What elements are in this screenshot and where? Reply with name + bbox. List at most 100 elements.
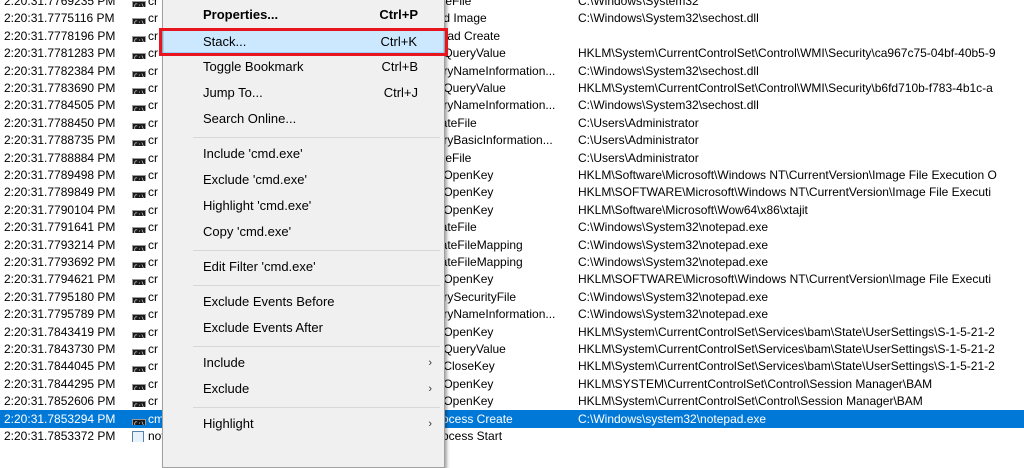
menu-item-include-cmd-exe[interactable]: Include 'cmd.exe' — [163, 142, 444, 166]
operation-cell: oad Image — [430, 11, 487, 26]
cmd-console-icon — [132, 204, 146, 216]
time-cell: 2:20:31.7793214 PM — [4, 237, 116, 252]
table-row[interactable]: 2:20:31.7788450 PMcrreateFileC:\Users\Ad… — [0, 114, 1024, 132]
menu-separator — [193, 137, 440, 138]
menu-item-exclude-cmd-exe[interactable]: Exclude 'cmd.exe' — [163, 168, 444, 192]
cmd-console-icon — [132, 65, 146, 77]
table-row[interactable]: 2:20:31.7794621 PMcregOpenKeyHKLM\SOFTWA… — [0, 270, 1024, 288]
menu-item-exclude[interactable]: Exclude › — [163, 377, 444, 401]
time-cell: 2:20:31.7788884 PM — [4, 150, 116, 165]
time-cell: 2:20:31.7853294 PM — [4, 411, 116, 426]
table-row[interactable]: 2:20:31.7782384 PMcrueryNameInformation.… — [0, 62, 1024, 80]
table-row[interactable]: 2:20:31.7843730 PMcregQueryValueHKLM\Sys… — [0, 340, 1024, 358]
time-cell: 2:20:31.7778196 PM — [4, 28, 116, 43]
menu-item-highlight-cmd-exe[interactable]: Highlight 'cmd.exe' — [163, 194, 444, 218]
menu-item-label: Edit Filter 'cmd.exe' — [203, 259, 316, 274]
time-cell: 2:20:31.7843419 PM — [4, 324, 116, 339]
operation-cell: loseFile — [430, 150, 472, 165]
time-cell: 2:20:31.7844295 PM — [4, 376, 116, 391]
menu-separator — [193, 250, 440, 251]
menu-item-label: Jump To... — [203, 85, 263, 100]
table-row-selected[interactable]: 2:20:31.7853294 PMcmd.exe836420580Proces… — [0, 409, 1024, 428]
menu-item-exclude-events-before[interactable]: Exclude Events Before — [163, 290, 444, 314]
table-row[interactable]: 2:20:31.7781283 PMcregQueryValueHKLM\Sys… — [0, 44, 1024, 62]
table-row[interactable]: 2:20:31.7843419 PMcregOpenKeyHKLM\System… — [0, 323, 1024, 341]
time-cell: 2:20:31.7844045 PM — [4, 359, 116, 374]
operation-cell: reateFile — [430, 115, 477, 130]
time-cell: 2:20:31.7788450 PM — [4, 115, 116, 130]
menu-item-label: Include 'cmd.exe' — [203, 146, 303, 161]
path-cell: C:\Windows\system32\notepad.exe — [578, 411, 767, 426]
table-row[interactable]: 2:20:31.7852606 PMcregOpenKeyHKLM\System… — [0, 392, 1024, 410]
table-row[interactable]: 2:20:31.7789498 PMcregOpenKeyHKLM\Softwa… — [0, 166, 1024, 184]
table-row[interactable]: 2:20:31.7775116 PMcroad ImageC:\Windows\… — [0, 9, 1024, 27]
cmd-console-icon — [132, 47, 146, 60]
cmd-console-icon — [132, 169, 146, 181]
menu-item-label: Copy 'cmd.exe' — [203, 224, 292, 239]
menu-item-search-online[interactable]: Search Online... — [163, 107, 444, 131]
menu-item-highlight[interactable]: Highlight › — [163, 412, 444, 436]
cmd-console-icon — [132, 343, 146, 355]
table-row[interactable]: 2:20:31.7793692 PMcrreateFileMappingC:\W… — [0, 253, 1024, 271]
path-cell: HKLM\System\CurrentControlSet\Control\WM… — [578, 81, 993, 95]
annotation-highlight-box — [159, 28, 448, 56]
menu-separator — [193, 346, 440, 347]
time-cell: 2:20:31.7788735 PM — [4, 133, 116, 148]
time-cell: 2:20:31.7793692 PM — [4, 255, 116, 269]
menu-item-label: Search Online... — [203, 111, 297, 126]
table-row[interactable]: 2:20:31.7844295 PMcregOpenKeyHKLM\SYSTEM… — [0, 375, 1024, 393]
path-cell: C:\Windows\System32\notepad.exe — [578, 255, 769, 269]
menu-item-label: Exclude Events Before — [203, 294, 335, 309]
table-row[interactable]: 2:20:31.7783690 PMcregQueryValueHKLM\Sys… — [0, 79, 1024, 97]
time-cell: 2:20:31.7795789 PM — [4, 307, 116, 322]
menu-item-label: Highlight 'cmd.exe' — [203, 198, 312, 213]
chevron-right-icon: › — [428, 357, 432, 369]
table-row[interactable]: 2:20:31.7789849 PMcregOpenKeyHKLM\SOFTWA… — [0, 183, 1024, 201]
time-cell: 2:20:31.7789498 PM — [4, 168, 116, 182]
table-row[interactable]: 2:20:31.7795180 PMcruerySecurityFileC:\W… — [0, 288, 1024, 306]
path-cell: HKLM\SOFTWARE\Microsoft\Windows NT\Curre… — [578, 272, 991, 287]
menu-item-include[interactable]: Include › — [163, 351, 444, 375]
cmd-console-icon — [132, 30, 146, 42]
table-row[interactable]: 2:20:31.7853372 PMnotepad.exe148568364Pr… — [0, 427, 1024, 445]
chevron-right-icon: › — [428, 383, 432, 395]
menu-item-jump-to[interactable]: Jump To... Ctrl+J — [163, 81, 444, 105]
operation-cell: hread Create — [430, 28, 501, 43]
menu-item-properties[interactable]: Properties... Ctrl+P — [163, 3, 444, 27]
operation-cell: ueryNameInformation... — [430, 307, 556, 322]
operation-cell: ueryBasicInformation... — [430, 133, 553, 148]
operation-cell: egOpenKey — [430, 185, 494, 200]
path-cell: HKLM\Software\Microsoft\Windows NT\Curre… — [578, 168, 997, 182]
menu-item-edit-filter-cmd-exe[interactable]: Edit Filter 'cmd.exe' — [163, 255, 444, 279]
cmd-console-icon — [132, 134, 146, 147]
cmd-console-icon — [132, 413, 146, 425]
table-row[interactable]: 2:20:31.7778196 PMcrhread Create — [0, 27, 1024, 45]
menu-item-label: Toggle Bookmark — [203, 59, 304, 74]
time-cell: 2:20:31.7784505 PM — [4, 98, 116, 113]
menu-item-label: Exclude 'cmd.exe' — [203, 172, 307, 187]
path-cell: HKLM\System\CurrentControlSet\Control\Se… — [578, 394, 923, 409]
cmd-console-icon — [132, 117, 146, 129]
menu-item-label: Include — [203, 355, 245, 370]
operation-cell: Process Create — [430, 411, 513, 426]
cmd-console-icon — [132, 99, 146, 112]
table-row[interactable]: 2:20:31.7791641 PMcrreateFileC:\Windows\… — [0, 218, 1024, 236]
cmd-console-icon — [132, 239, 146, 251]
cmd-console-icon — [132, 221, 146, 234]
menu-item-exclude-events-after[interactable]: Exclude Events After — [163, 316, 444, 340]
menu-item-toggle-bookmark[interactable]: Toggle Bookmark Ctrl+B — [163, 55, 444, 79]
menu-item-label: Highlight — [203, 416, 254, 431]
cmd-console-icon — [132, 308, 146, 321]
menu-item-label: Properties... — [203, 7, 279, 22]
table-row[interactable]: 2:20:31.7793214 PMcrreateFileMappingC:\W… — [0, 236, 1024, 254]
table-row[interactable]: 2:20:31.7788884 PMcrloseFileC:\Users\Adm… — [0, 149, 1024, 167]
table-row[interactable]: 2:20:31.7795789 PMcrueryNameInformation.… — [0, 305, 1024, 323]
path-cell: HKLM\SYSTEM\CurrentControlSet\Control\Se… — [578, 376, 933, 391]
table-row[interactable]: 2:20:31.7788735 PMcrueryBasicInformation… — [0, 131, 1024, 149]
table-row[interactable]: 2:20:31.7844045 PMcregCloseKeyHKLM\Syste… — [0, 357, 1024, 375]
menu-item-copy-cmd-exe[interactable]: Copy 'cmd.exe' — [163, 220, 444, 244]
cmd-console-icon — [132, 0, 146, 7]
path-cell: HKLM\System\CurrentControlSet\Control\WM… — [578, 46, 996, 61]
table-row[interactable]: 2:20:31.7784505 PMcrueryNameInformation.… — [0, 96, 1024, 114]
table-row[interactable]: 2:20:31.7790104 PMcregOpenKeyHKLM\Softwa… — [0, 201, 1024, 219]
